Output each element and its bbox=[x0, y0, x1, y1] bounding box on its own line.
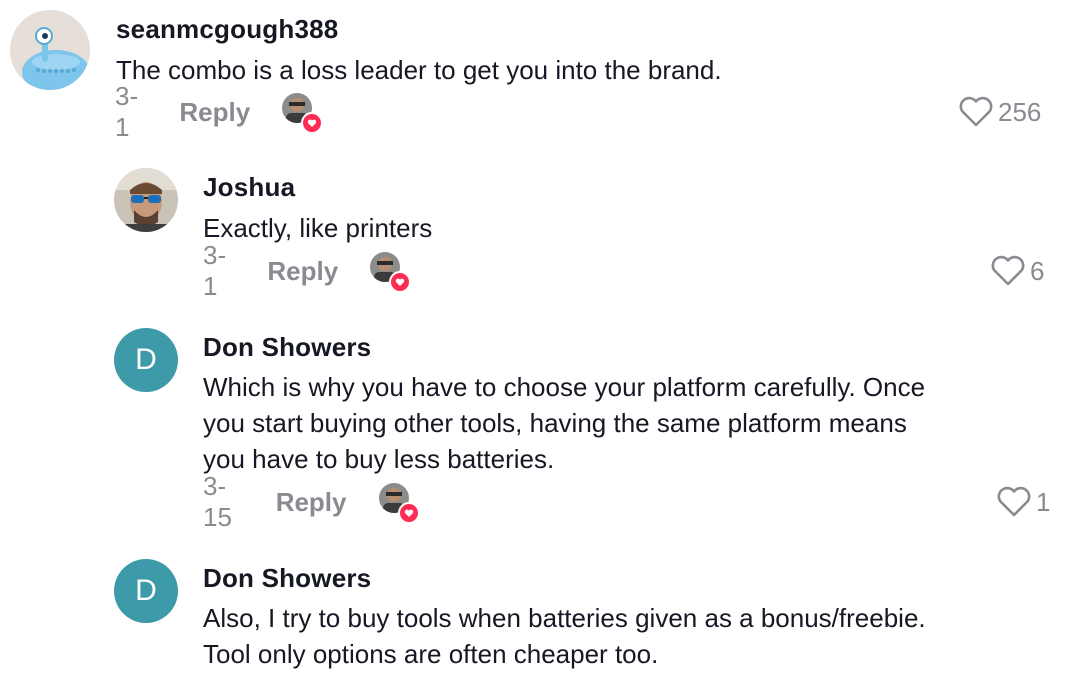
like-count: 1 bbox=[1036, 486, 1051, 517]
avatar[interactable] bbox=[114, 168, 178, 232]
avatar[interactable]: D bbox=[114, 559, 178, 623]
cartoon-creature-icon bbox=[10, 10, 90, 90]
heart-badge-icon bbox=[389, 271, 412, 293]
avatar[interactable] bbox=[10, 10, 90, 90]
comment-text-line: Which is why you have to choose your pla… bbox=[203, 372, 926, 402]
reply-button[interactable]: Reply bbox=[179, 97, 250, 128]
comment-username[interactable]: Don Showers bbox=[203, 563, 371, 594]
like-button[interactable]: 1 bbox=[996, 482, 1050, 522]
like-count: 256 bbox=[998, 96, 1042, 127]
reply-button[interactable]: Reply bbox=[276, 487, 347, 518]
comment-meta: 3-1 Reply bbox=[203, 240, 412, 301]
comment-date: 3-1 bbox=[203, 240, 227, 301]
comment-username[interactable]: seanmcgough388 bbox=[116, 14, 338, 45]
creator-liked-badge bbox=[282, 93, 324, 134]
heart-badge-icon bbox=[397, 502, 420, 524]
comment-text-line: you have to buy less batteries. bbox=[203, 444, 555, 474]
creator-liked-badge bbox=[370, 252, 412, 293]
creator-liked-badge bbox=[378, 483, 420, 524]
heart-outline-icon bbox=[991, 255, 1025, 286]
heart-outline-icon bbox=[997, 486, 1031, 517]
avatar[interactable]: D bbox=[114, 328, 178, 392]
comment-meta: 3-15 Reply bbox=[203, 471, 420, 532]
avatar-initial: D bbox=[135, 343, 157, 376]
comment-meta: 3-1 Reply bbox=[115, 81, 324, 142]
avatar-initial: D bbox=[135, 574, 157, 607]
reply-button[interactable]: Reply bbox=[267, 256, 338, 287]
comment-username[interactable]: Don Showers bbox=[203, 332, 371, 363]
comment-date: 3-1 bbox=[115, 81, 139, 142]
like-button[interactable]: 6 bbox=[990, 251, 1044, 291]
heart-badge-icon bbox=[301, 112, 324, 134]
comment-username[interactable]: Joshua bbox=[203, 172, 295, 203]
like-count: 6 bbox=[1030, 255, 1045, 286]
photo-avatar-sunglasses-icon bbox=[114, 168, 178, 232]
comment-text-line: Tool only options are often cheaper too. bbox=[203, 639, 659, 669]
comment-date: 3-15 bbox=[203, 471, 232, 532]
comment-text-line: you start buying other tools, having the… bbox=[203, 408, 907, 438]
comment-text: The combo is a loss leader to get you in… bbox=[116, 55, 722, 85]
comment-text-line: Also, I try to buy tools when batteries … bbox=[203, 603, 926, 633]
comment-text: Exactly, like printers bbox=[203, 213, 433, 243]
like-button[interactable]: 256 bbox=[958, 92, 1041, 132]
heart-outline-icon bbox=[959, 96, 993, 127]
